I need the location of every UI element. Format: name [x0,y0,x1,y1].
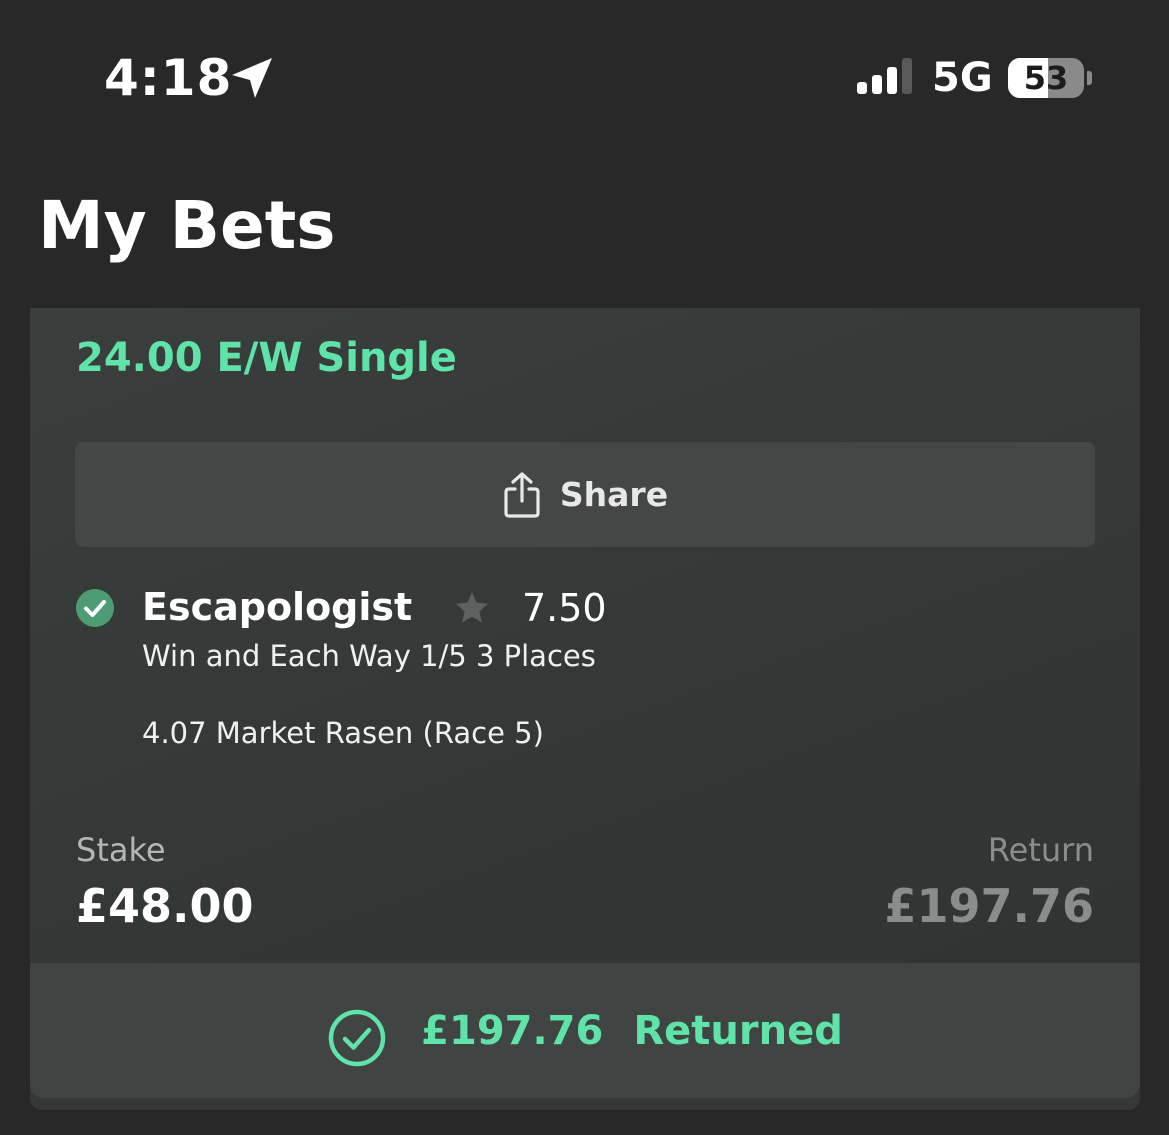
stake-value: £48.00 [76,879,254,933]
returned-amount: £197.76 [421,1007,604,1054]
market-description: Win and Each Way 1/5 3 Places [142,639,596,673]
page-title: My Bets [38,187,336,264]
battery-level: 53 [1023,59,1069,97]
signal-bar [857,82,867,94]
check-circle-outline-icon [328,1009,386,1066]
bet-card[interactable]: 24.00 E/W Single Share Escapologist 7.50… [30,308,1140,1098]
stake-label: Stake [76,831,166,869]
status-time: 4:18 [104,49,233,107]
return-value: £197.76 [884,879,1094,933]
signal-bar [902,58,912,94]
bet-result-bar: £197.76 Returned [30,963,1140,1098]
share-icon [504,471,540,518]
selection-name: Escapologist [142,585,413,629]
selection-odds: 7.50 [522,586,607,630]
battery-tip [1087,71,1092,85]
signal-bar [872,75,882,94]
returned-status: Returned [633,1007,843,1054]
return-label: Return [987,831,1094,869]
cellular-signal-icon [857,58,912,94]
star-icon[interactable] [454,590,490,626]
share-label: Share [559,475,669,514]
event-description: 4.07 Market Rasen (Race 5) [142,716,544,750]
share-button[interactable]: Share [75,442,1095,547]
check-circle-icon [76,589,114,627]
battery-icon: 53 [1008,58,1084,98]
status-bar: 4:18 5G 53 [0,0,1169,150]
network-type: 5G [932,55,993,101]
signal-bar [887,67,897,94]
bet-type-label: 24.00 E/W Single [76,335,457,381]
location-arrow-icon [232,58,272,98]
